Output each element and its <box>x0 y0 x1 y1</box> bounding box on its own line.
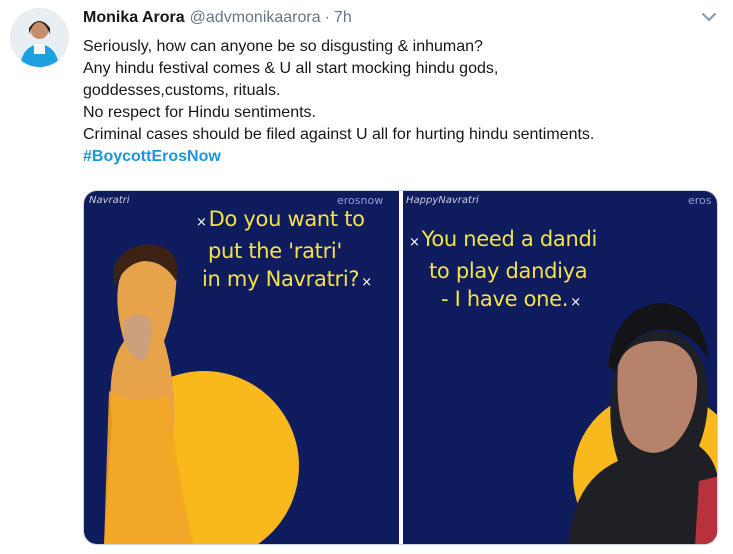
tweet-text-line: No respect for Hindu sentiments. <box>83 104 316 121</box>
poster-tag: Navratri <box>89 195 130 206</box>
tweet-text-line: goddesses,customs, rituals. <box>83 82 281 99</box>
poster-quote: ×Do you want to put the 'ratri' in my Na… <box>196 207 372 291</box>
chevron-down-icon[interactable] <box>700 10 718 24</box>
tweet-header: Monika Arora @advmonikaarora · 7h <box>83 9 352 29</box>
timestamp[interactable]: 7h <box>334 9 352 27</box>
media-image-left[interactable]: Navratri erosnow ×Do you want to put the… <box>84 191 399 544</box>
poster-brand: eros <box>688 194 712 207</box>
hashtag-link[interactable]: #BoycottErosNow <box>83 146 723 168</box>
poster-quote: ×You need a dandi to play dandiya - I ha… <box>409 227 598 311</box>
media-image-right[interactable]: HappyNavratri eros ×You need a dandi to … <box>403 191 717 544</box>
media-grid[interactable]: Navratri erosnow ×Do you want to put the… <box>83 190 718 545</box>
separator-dot: · <box>324 9 330 26</box>
poster-tag: HappyNavratri <box>406 195 479 206</box>
tweet[interactable]: Monika Arora @advmonikaarora · 7h Seriou… <box>0 0 733 554</box>
tweet-text-line: Any hindu festival comes & U all start m… <box>83 60 499 77</box>
tweet-text-line: Criminal cases should be filed against U… <box>83 126 595 143</box>
tweet-text-line: Seriously, how can anyone be so disgusti… <box>83 38 483 55</box>
author-name[interactable]: Monika Arora <box>83 9 185 27</box>
avatar[interactable] <box>10 8 69 67</box>
tweet-text: Seriously, how can anyone be so disgusti… <box>83 36 723 168</box>
author-handle[interactable]: @advmonikaarora <box>190 9 321 27</box>
